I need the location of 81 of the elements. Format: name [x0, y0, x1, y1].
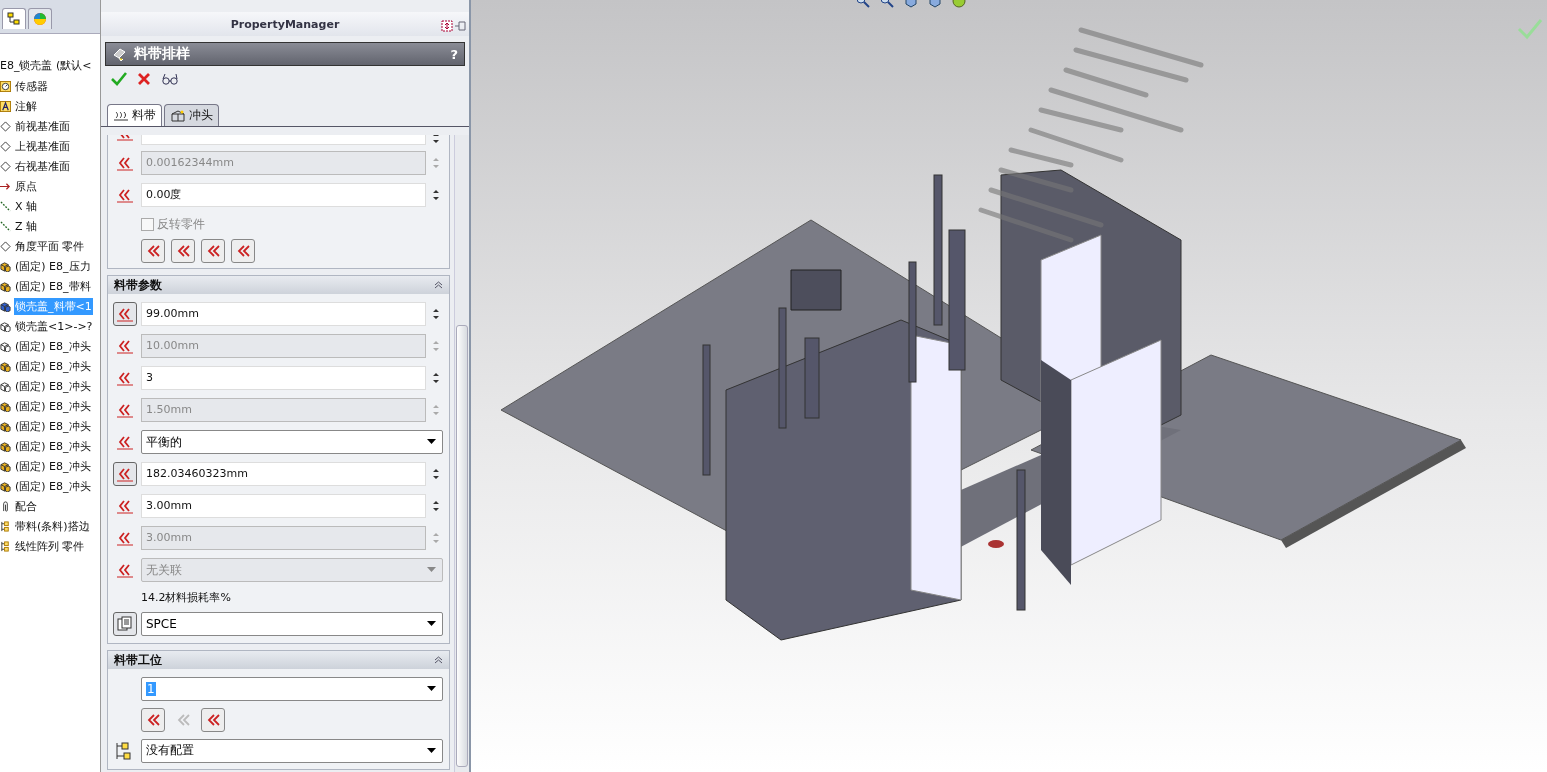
tree-item[interactable]: (固定) E8_冲头 — [14, 337, 92, 355]
axis-icon — [0, 200, 11, 212]
tree-item[interactable]: 角度平面 零件 — [14, 237, 86, 255]
tree-item[interactable]: 注解 — [14, 97, 38, 115]
tree-item[interactable]: (固定) E8_压力 — [14, 257, 92, 275]
close-icon[interactable] — [137, 72, 151, 86]
dropdown[interactable]: 平衡的 — [141, 430, 443, 454]
tree-item[interactable]: 前视基准面 — [14, 117, 71, 135]
tree-item[interactable]: (固定) E8_冲头 — [14, 377, 92, 395]
part-icon — [0, 260, 11, 272]
feature-title: 料带排样 — [134, 45, 191, 63]
icon-button[interactable] — [113, 302, 137, 326]
feature-icon — [0, 520, 11, 532]
number-field[interactable]: 3 — [141, 366, 426, 390]
tree-item[interactable]: Z 轴 — [14, 217, 39, 235]
tree-item[interactable]: 锁壳盖<1>->? — [14, 317, 94, 335]
tree-item[interactable]: X 轴 — [14, 197, 39, 215]
tool-icon — [112, 47, 128, 61]
number-field[interactable]: 3.00mm — [141, 494, 426, 518]
tree-item[interactable]: (固定) E8_冲头 — [14, 417, 92, 435]
caret-icon[interactable] — [427, 747, 436, 754]
panel-tab[interactable]: 冲头 — [164, 104, 219, 126]
tree-root-label[interactable]: E8_锁壳盖 (默认< — [0, 57, 92, 73]
feature-tree-tab[interactable] — [2, 8, 26, 29]
glasses-icon[interactable] — [161, 72, 179, 86]
tree-item[interactable]: 带料(条料)搭边 — [14, 517, 91, 535]
wave-icon[interactable] — [113, 109, 129, 122]
color-wheel-icon[interactable] — [33, 12, 47, 26]
tree-item[interactable]: (固定) E8_冲头 — [14, 477, 92, 495]
number-field[interactable]: 182.03460323mm — [141, 462, 426, 486]
plane-icon — [0, 240, 11, 252]
checkmark-icon[interactable] — [1517, 18, 1543, 40]
part-icon — [0, 400, 11, 412]
panel-title: PropertyManager — [230, 17, 340, 31]
plane-icon — [0, 160, 11, 172]
group-header[interactable]: 料带参数 — [108, 276, 449, 294]
scrollbar[interactable] — [454, 135, 469, 772]
caret-icon[interactable] — [427, 621, 436, 627]
tree-item[interactable]: (固定) E8_冲头 — [14, 457, 92, 475]
material-loss-text: 14.2材料损耗率% — [141, 589, 231, 605]
tree-item[interactable]: 传感器 — [14, 77, 49, 95]
part-icon — [0, 280, 11, 292]
plane-icon — [0, 140, 11, 152]
collapse-icon[interactable] — [434, 281, 443, 289]
tree-item[interactable]: 配合 — [14, 497, 38, 515]
axis-icon — [0, 220, 11, 232]
tree-item[interactable]: (固定) E8_带料 — [14, 277, 92, 295]
appearance-tab[interactable] — [28, 8, 52, 29]
caret-icon[interactable] — [427, 685, 436, 692]
feature-icon — [0, 540, 11, 552]
icon-button[interactable] — [113, 462, 137, 486]
tree-item[interactable]: 上视基准面 — [14, 137, 71, 155]
part-icon — [0, 440, 11, 452]
box-icon[interactable] — [170, 109, 186, 122]
tree-item[interactable]: 右视基准面 — [14, 157, 71, 175]
ok-icon[interactable] — [111, 72, 127, 86]
part-icon — [0, 480, 11, 492]
icon-button[interactable] — [113, 612, 137, 636]
number-field[interactable]: 99.00mm — [141, 302, 426, 326]
caret-icon[interactable] — [427, 439, 436, 445]
tree-item[interactable]: (固定) E8_冲头 — [14, 357, 92, 375]
tree-item[interactable]: (固定) E8_冲头 — [14, 437, 92, 455]
paperclip-icon — [0, 500, 11, 512]
tree-item[interactable]: 原点 — [14, 177, 38, 195]
tree-icon[interactable] — [7, 12, 21, 26]
plane-icon — [0, 120, 11, 132]
group-header[interactable]: 料带工位 — [108, 651, 449, 669]
part-icon — [0, 460, 11, 472]
panel-tab[interactable]: 料带 — [107, 104, 162, 126]
dropdown[interactable]: 没有配置 — [141, 738, 443, 763]
tree-item[interactable]: 线性阵列 零件 — [14, 537, 86, 555]
pin-icon[interactable] — [441, 20, 467, 32]
collapse-icon[interactable] — [434, 656, 443, 664]
number-field[interactable]: 0.00度 — [141, 183, 426, 207]
tree-item[interactable]: (固定) E8_冲头 — [14, 397, 92, 415]
letter-a-icon — [0, 100, 11, 112]
dropdown[interactable]: SPCE — [141, 612, 443, 636]
part-icon — [0, 360, 11, 372]
part-icon — [0, 300, 11, 312]
help-button[interactable]: ? — [450, 46, 458, 62]
part-icon — [0, 420, 11, 432]
